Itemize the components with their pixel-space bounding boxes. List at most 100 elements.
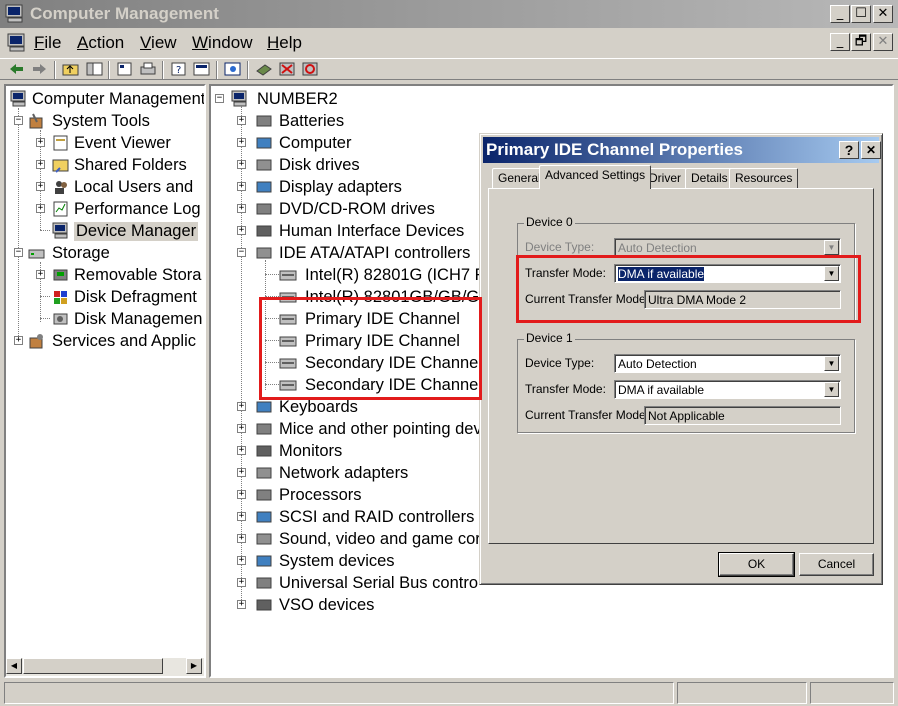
tree-label: Sound, video and game cor [279, 530, 481, 548]
menu-action[interactable]: Action [77, 33, 124, 53]
ide-controller-icon [279, 336, 297, 347]
tree-label: Intel(R) 82801GB/GB/G [305, 288, 480, 306]
disable-device-icon[interactable] [301, 61, 319, 77]
properties-icon[interactable] [116, 61, 134, 77]
close-button[interactable]: ✕ [873, 5, 893, 23]
window-title: Computer Management [30, 4, 219, 23]
menu-view[interactable]: View [140, 33, 177, 53]
tree-label: Event Viewer [74, 134, 171, 152]
expand-toggle[interactable]: + [237, 138, 246, 147]
chevron-down-icon[interactable]: ▼ [824, 356, 839, 371]
window-titlebar[interactable]: Computer Management _ ☐ ✕ [0, 0, 898, 28]
mdi-close-button[interactable]: ✕ [873, 33, 893, 51]
tab-resources[interactable]: Resources [729, 168, 799, 188]
tree-label: System devices [279, 552, 395, 570]
expand-toggle[interactable]: + [14, 336, 23, 345]
device-category-icon [256, 225, 272, 237]
show-hide-tree-icon[interactable] [86, 61, 104, 77]
console-tree-pane[interactable]: Computer Management − System Tools + Eve… [4, 84, 206, 678]
expand-toggle[interactable]: + [237, 226, 246, 235]
expand-toggle[interactable]: + [237, 578, 246, 587]
update-driver-icon[interactable] [255, 61, 273, 77]
mdi-minimize-button[interactable]: _ [830, 33, 850, 51]
ide-controller-icon [279, 292, 297, 303]
print-icon[interactable] [139, 61, 157, 77]
device-category-icon [256, 401, 272, 413]
collapse-toggle[interactable]: − [215, 94, 224, 103]
expand-toggle[interactable]: + [237, 424, 246, 433]
maximize-button[interactable]: ☐ [851, 5, 871, 23]
minimize-button[interactable]: _ [830, 5, 850, 23]
expand-toggle[interactable]: + [36, 138, 45, 147]
uninstall-icon[interactable] [278, 61, 296, 77]
device0-group: Device 0 Device Type: Auto Detection ▼ T… [517, 215, 855, 321]
scroll-left-icon[interactable]: ◀ [6, 658, 22, 674]
expand-toggle[interactable]: + [237, 490, 246, 499]
menu-help[interactable]: Help [267, 33, 302, 53]
device-category-icon [256, 555, 272, 567]
device1-group: Device 1 Device Type: Auto Detection ▼ T… [517, 331, 855, 433]
device1-type-select[interactable]: Auto Detection ▼ [614, 354, 841, 373]
help-icon[interactable]: ? [170, 61, 188, 77]
chevron-down-icon[interactable]: ▼ [824, 382, 839, 397]
ok-button[interactable]: OK [718, 552, 795, 577]
shared-folders-icon [52, 159, 69, 173]
expand-toggle[interactable]: + [36, 270, 45, 279]
expand-toggle[interactable]: + [237, 402, 246, 411]
collapse-toggle[interactable]: − [14, 248, 23, 257]
tab-details[interactable]: Details [685, 168, 734, 188]
console-icon[interactable] [193, 61, 211, 77]
device1-transfer-mode-select[interactable]: DMA if available ▼ [614, 380, 841, 399]
tab-advanced-settings[interactable]: Advanced Settings [539, 165, 652, 189]
back-arrow-icon[interactable] [8, 61, 26, 77]
device-manager-icon [52, 222, 68, 239]
disk-management-icon [53, 313, 68, 325]
menu-window[interactable]: Window [192, 33, 252, 53]
scroll-right-icon[interactable]: ▶ [186, 658, 202, 674]
collapse-toggle[interactable]: − [237, 248, 246, 257]
expand-toggle[interactable]: + [36, 204, 45, 213]
expand-toggle[interactable]: + [237, 182, 246, 191]
expand-toggle[interactable]: + [237, 534, 246, 543]
expand-toggle[interactable]: + [237, 204, 246, 213]
device-category-icon [256, 533, 272, 545]
device0-transfer-mode-select[interactable]: DMA if available ▼ [614, 264, 841, 283]
expand-toggle[interactable]: + [36, 160, 45, 169]
expand-toggle[interactable]: + [237, 556, 246, 565]
device-category-icon [256, 445, 272, 457]
expand-toggle[interactable]: + [237, 116, 246, 125]
tree-label: Secondary IDE Channel [305, 354, 483, 372]
expand-toggle[interactable]: + [237, 512, 246, 521]
menu-file[interactable]: File [34, 33, 61, 53]
chevron-down-icon[interactable]: ▼ [824, 266, 839, 281]
scan-hardware-icon[interactable] [224, 61, 242, 77]
svg-text:?: ? [176, 65, 181, 76]
computer-icon [10, 90, 26, 107]
help-button[interactable]: ? [839, 141, 859, 159]
cancel-button[interactable]: Cancel [799, 553, 874, 576]
document-icon[interactable] [6, 33, 28, 53]
expand-toggle[interactable]: + [237, 446, 246, 455]
expand-toggle[interactable]: + [237, 160, 246, 169]
dialog-title: Primary IDE Channel Properties [486, 140, 743, 159]
tree-label: Keyboards [279, 398, 358, 416]
up-folder-icon[interactable] [62, 61, 80, 77]
collapse-toggle[interactable]: − [14, 116, 23, 125]
tree-label: Network adapters [279, 464, 409, 482]
tree-label: Primary IDE Channel [305, 310, 460, 328]
horizontal-scrollbar[interactable]: ◀ ▶ [6, 658, 204, 676]
device-category-icon [256, 467, 272, 479]
dialog-close-button[interactable]: ✕ [861, 141, 881, 159]
expand-toggle[interactable]: + [237, 468, 246, 477]
expand-toggle[interactable]: + [36, 182, 45, 191]
tree-label: Disk Managemen [74, 310, 203, 328]
device-category-icon [256, 247, 272, 259]
removable-storage-icon [53, 269, 68, 281]
scroll-thumb[interactable] [23, 658, 163, 674]
dialog-titlebar[interactable]: Primary IDE Channel Properties ? ✕ [483, 137, 881, 163]
advanced-settings-panel: Device 0 Device Type: Auto Detection ▼ T… [488, 188, 874, 544]
device1-current-mode-field: Not Applicable [644, 406, 841, 425]
forward-arrow-icon[interactable] [30, 61, 48, 77]
expand-toggle[interactable]: + [237, 600, 246, 609]
mdi-restore-button[interactable]: 🗗 [851, 33, 871, 51]
